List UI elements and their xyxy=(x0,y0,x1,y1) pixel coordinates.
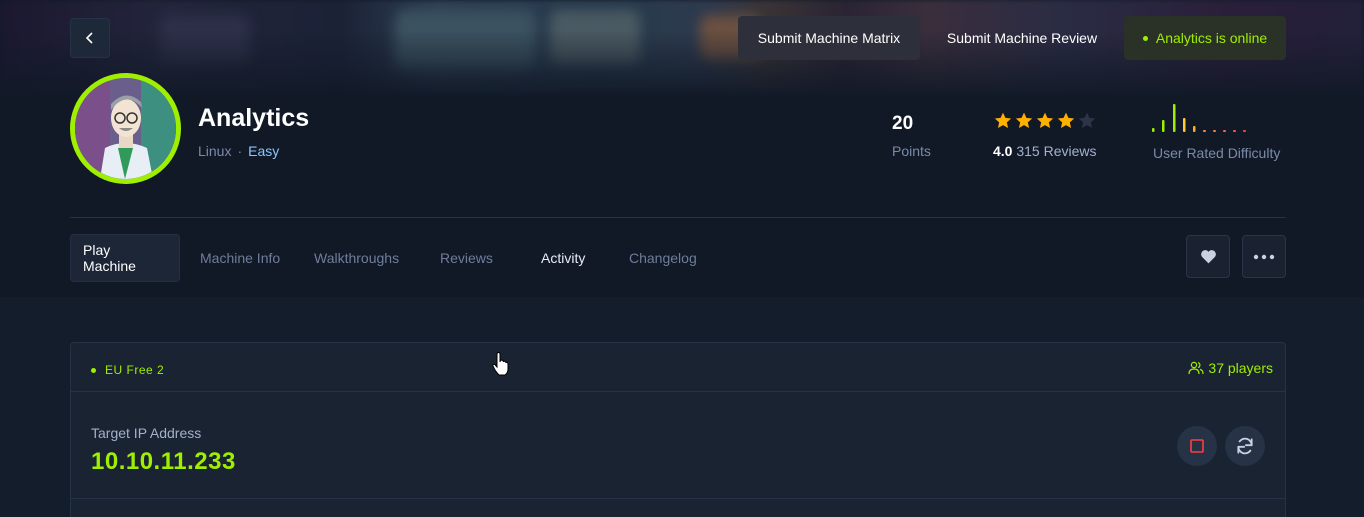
tab-activity[interactable]: Activity xyxy=(541,234,585,282)
more-options-button[interactable] xyxy=(1242,235,1286,278)
back-button[interactable] xyxy=(70,18,110,58)
machine-os: Linux xyxy=(198,143,232,159)
difficulty-chart-icon xyxy=(1152,104,1246,132)
users-icon xyxy=(1188,361,1205,375)
server-online-dot-icon xyxy=(91,367,96,373)
machine-hero: Submit Machine Matrix Submit Machine Rev… xyxy=(0,0,1364,297)
star-filled-icon xyxy=(1036,112,1054,128)
machine-name: Analytics xyxy=(198,104,310,132)
header-divider xyxy=(70,217,1286,218)
reset-machine-button[interactable] xyxy=(1225,426,1265,466)
connection-card: EU Free 2 37 players Target IP Address 1… xyxy=(70,342,1286,517)
online-dot-icon xyxy=(1142,35,1148,41)
favorite-button[interactable] xyxy=(1186,235,1230,278)
machine-online-status: Analytics is online xyxy=(1124,16,1286,60)
star-empty-icon xyxy=(1078,112,1096,128)
rating-stars xyxy=(993,111,1097,131)
stop-machine-button[interactable] xyxy=(1177,426,1217,466)
machine-avatar-image xyxy=(75,78,176,179)
players-count: 37 players xyxy=(1188,360,1273,376)
star-filled-icon xyxy=(994,112,1012,128)
tab-play-machine[interactable]: Play Machine xyxy=(70,234,180,282)
tab-walkthroughs[interactable]: Walkthroughs xyxy=(314,234,399,282)
machine-meta: Linux · Easy xyxy=(198,143,279,159)
tab-changelog[interactable]: Changelog xyxy=(629,234,697,282)
server-name-text: EU Free 2 xyxy=(105,363,165,377)
tab-reviews[interactable]: Reviews xyxy=(440,234,493,282)
submit-machine-matrix-button[interactable]: Submit Machine Matrix xyxy=(738,16,920,60)
tab-machine-info[interactable]: Machine Info xyxy=(200,234,280,282)
star-filled-icon xyxy=(1057,112,1075,128)
user-difficulty-label: User Rated Difficulty xyxy=(1153,145,1281,161)
heart-icon xyxy=(1200,250,1216,264)
refresh-icon xyxy=(1237,437,1253,455)
submit-machine-review-button[interactable]: Submit Machine Review xyxy=(928,16,1116,60)
target-ip-value[interactable]: 10.10.11.233 xyxy=(91,448,236,476)
stop-icon xyxy=(1190,439,1204,453)
target-ip-label: Target IP Address xyxy=(91,425,202,441)
hand-cursor-icon xyxy=(492,352,509,376)
online-status-text: Analytics is online xyxy=(1155,30,1268,46)
chevron-left-icon xyxy=(85,32,93,44)
points-value: 20 xyxy=(892,113,914,134)
star-filled-icon xyxy=(1015,112,1033,128)
rating-summary: 4.0 315 Reviews xyxy=(993,143,1097,159)
points-label: Points xyxy=(892,143,931,159)
machine-difficulty: Easy xyxy=(248,143,280,159)
machine-avatar xyxy=(70,73,181,184)
meta-separator: · xyxy=(237,143,243,159)
players-count-text: 37 players xyxy=(1208,360,1273,376)
server-name: EU Free 2 xyxy=(91,363,164,377)
rating-value: 4.0 xyxy=(993,143,1013,159)
connection-card-header: EU Free 2 37 players xyxy=(71,343,1285,392)
card-divider xyxy=(71,498,1285,499)
ellipsis-icon xyxy=(1253,254,1275,259)
reviews-count: 315 Reviews xyxy=(1016,143,1097,159)
